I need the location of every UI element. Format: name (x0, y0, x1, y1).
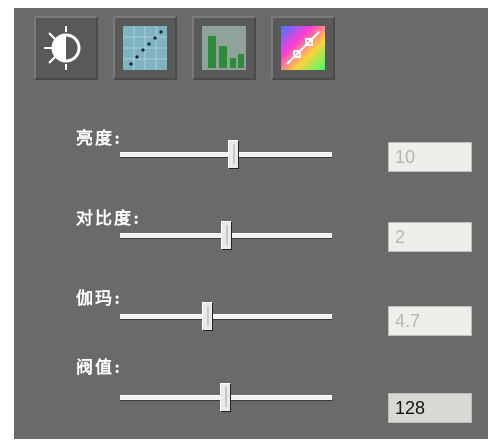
brightness-value-field: 10 (388, 142, 472, 172)
gamma-label: 伽玛: (76, 289, 123, 309)
gamma-slider-thumb[interactable] (202, 302, 213, 331)
threshold-value-field[interactable]: 128 (388, 393, 472, 423)
histogram-tool-button[interactable] (192, 16, 256, 80)
brightness-label: 亮度: (76, 129, 123, 149)
gamma-slider-track[interactable] (120, 314, 332, 320)
adjustment-panel: 亮度: 10 对比度: 2 伽玛: 4.7 阀值: 128 (14, 8, 488, 439)
brightness-slider-track[interactable] (120, 152, 332, 158)
brightness-slider-thumb[interactable] (228, 140, 239, 169)
brightness-tool-button[interactable] (34, 16, 98, 80)
gamma-value-field: 4.7 (388, 306, 472, 336)
color-curve-tool-button[interactable] (271, 16, 335, 80)
contrast-value-field: 2 (388, 222, 472, 252)
threshold-label: 阀值: (76, 358, 123, 378)
curve-tool-button[interactable] (113, 16, 177, 80)
contrast-label: 对比度: (76, 209, 142, 229)
threshold-slider-thumb[interactable] (220, 383, 231, 412)
contrast-slider-thumb[interactable] (221, 221, 232, 250)
